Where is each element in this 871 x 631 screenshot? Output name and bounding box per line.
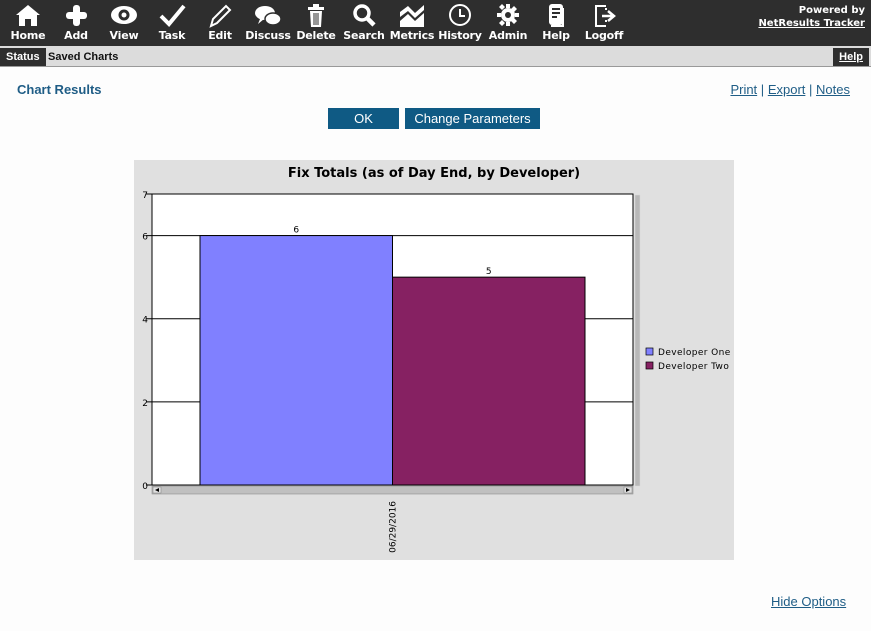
nav-label: Metrics (389, 29, 435, 42)
magnifier-icon (353, 4, 376, 27)
powered-by: Powered by NetResults Tracker (758, 4, 865, 30)
horizontal-scrollbar[interactable] (151, 485, 634, 495)
change-parameters-button[interactable]: Change Parameters (405, 108, 540, 129)
x-tick-label: 06/29/2016 (389, 501, 399, 553)
nav-label: Edit (208, 29, 232, 42)
separator: | (809, 82, 813, 97)
page-actions: Print | Export | Notes (730, 82, 850, 97)
nav-history-button[interactable]: History (436, 2, 484, 44)
y-tick-label: 7 (142, 191, 148, 201)
nav-label: Logoff (584, 29, 624, 42)
legend-swatch (645, 361, 654, 370)
bar-chart: Fix Totals (as of Day End, by Developer)… (142, 166, 731, 553)
chart-panel: Fix Totals (as of Day End, by Developer)… (134, 160, 734, 560)
legend-swatch (645, 347, 654, 356)
nav-discuss-button[interactable]: Discuss (244, 2, 292, 44)
nav-help-button[interactable]: Help (532, 2, 580, 44)
plus-icon (66, 5, 87, 26)
clock-icon (449, 4, 471, 26)
hide-options-link[interactable]: Hide Options (771, 594, 846, 609)
bar-developer-two (392, 276, 586, 486)
nav-task-button[interactable]: Task (148, 2, 196, 44)
bar-developer-one (199, 235, 393, 486)
y-tick-label: 0 (142, 482, 148, 492)
ok-button[interactable]: OK (328, 108, 399, 129)
y-tick-label: 2 (142, 399, 148, 409)
nav-edit-button[interactable]: Edit (196, 2, 244, 44)
nav-label: Discuss (245, 29, 291, 42)
nav-label: Task (158, 29, 186, 42)
nav-delete-button[interactable]: Delete (292, 2, 340, 44)
nav-search-button[interactable]: Search (340, 2, 388, 44)
nav-label: Home (10, 29, 46, 42)
legend-label: Developer Two (658, 362, 729, 372)
top-navigation-bar: Home Add View Task Edit Discuss Delete Search Me… (0, 0, 871, 46)
logoff-icon (595, 5, 616, 27)
y-tick-label: 6 (142, 233, 148, 243)
vertical-scrollbar[interactable] (634, 194, 641, 487)
chart-title: Fix Totals (as of Day End, by Developer) (288, 166, 580, 181)
nav-label: Search (343, 29, 385, 42)
document-icon (549, 4, 564, 27)
nav-label: History (438, 29, 482, 42)
sub-navigation-bar: Status Saved Charts Help (0, 46, 871, 67)
nav-add-button[interactable]: Add (52, 2, 100, 44)
trash-icon (308, 4, 324, 27)
nav-home-button[interactable]: Home (4, 2, 52, 44)
notes-link[interactable]: Notes (816, 82, 850, 97)
speech-bubbles-icon (255, 6, 282, 26)
nav-label: Admin (488, 29, 528, 42)
nav-label: Help (542, 29, 570, 42)
saved-charts-tab[interactable]: Saved Charts (48, 48, 118, 66)
eye-icon (111, 6, 137, 24)
page-title: Chart Results (17, 82, 102, 97)
help-link[interactable]: Help (833, 48, 869, 66)
nav-view-button[interactable]: View (100, 2, 148, 44)
home-icon (16, 5, 40, 26)
nav-admin-button[interactable]: Admin (484, 2, 532, 44)
nav-logoff-button[interactable]: Logoff (580, 2, 628, 44)
nav-label: View (109, 29, 139, 42)
metrics-icon (400, 5, 424, 27)
status-tab[interactable]: Status (0, 48, 46, 66)
nav-label: Delete (296, 29, 336, 42)
nav-label: Add (64, 29, 88, 42)
export-link[interactable]: Export (768, 82, 806, 97)
gear-icon (497, 4, 519, 26)
y-tick-label: 4 (142, 316, 148, 326)
netresults-tracker-link[interactable]: NetResults Tracker (758, 17, 865, 30)
separator: | (760, 82, 765, 97)
checkmark-icon (159, 4, 186, 27)
nav-metrics-button[interactable]: Metrics (388, 2, 436, 44)
data-label: 6 (293, 226, 299, 236)
print-link[interactable]: Print (730, 82, 757, 97)
pencil-icon (209, 4, 232, 28)
powered-by-label: Powered by (798, 5, 865, 16)
legend-label: Developer One (658, 348, 731, 358)
data-label: 5 (486, 267, 492, 277)
